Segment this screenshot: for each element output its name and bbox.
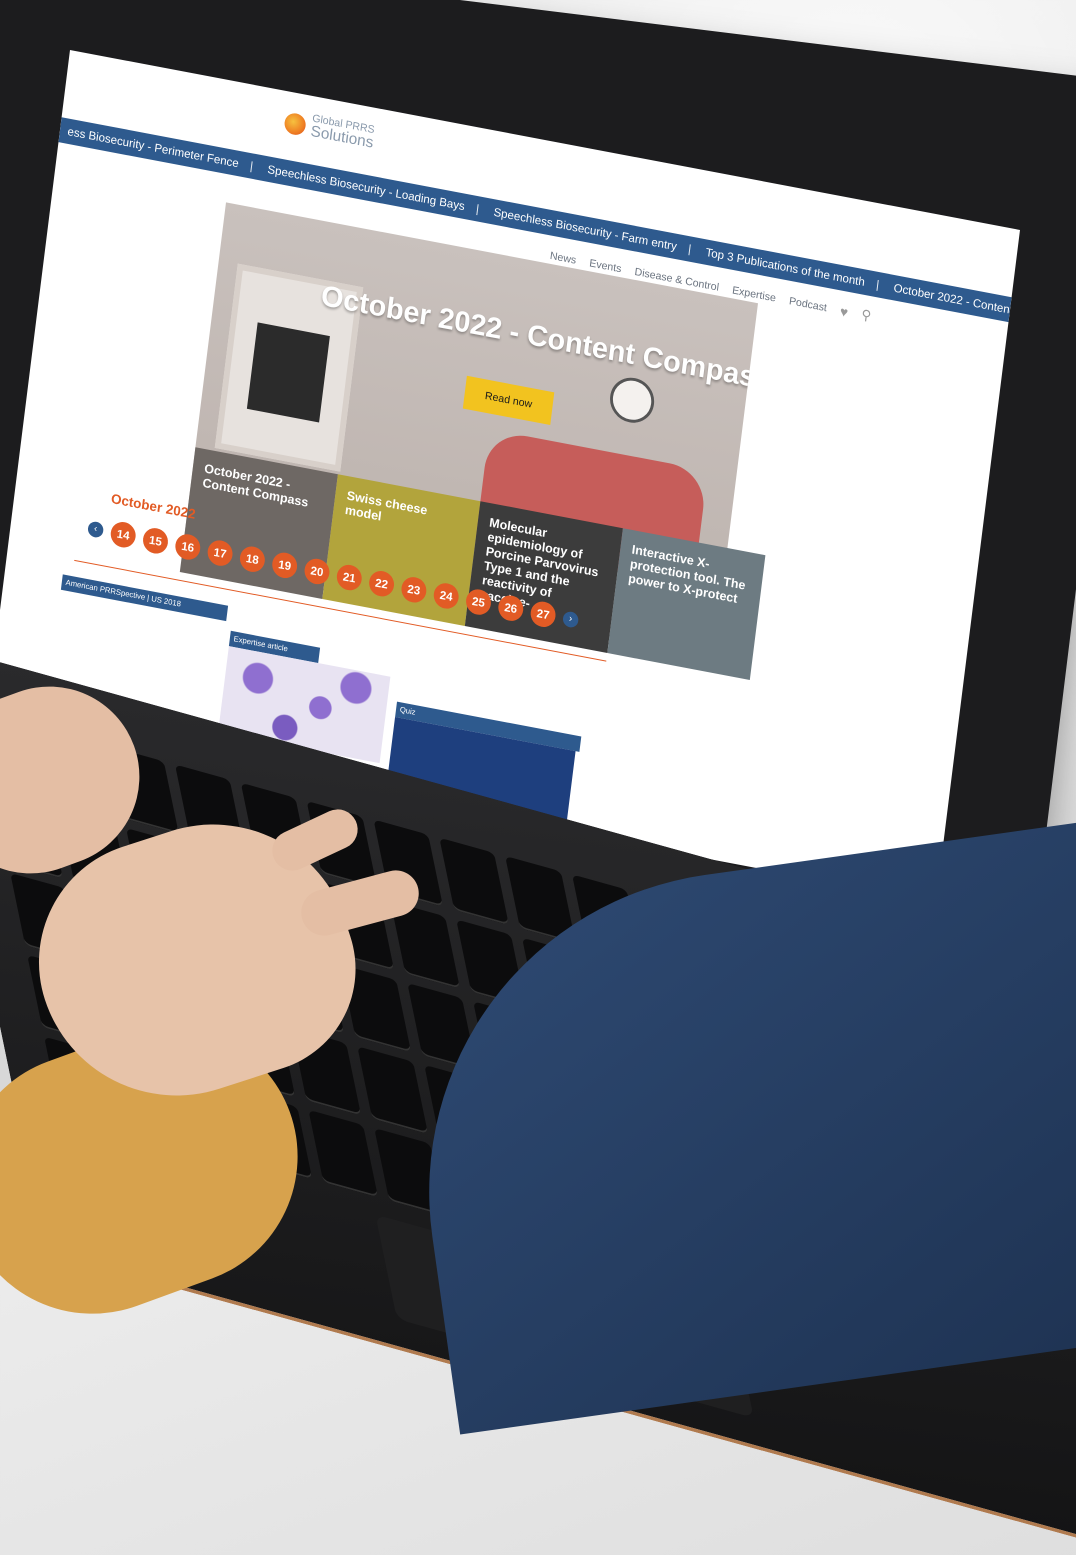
date-25[interactable]: 25 xyxy=(464,587,493,617)
ticker-item[interactable]: October 2022 - Content Compass xyxy=(885,279,1012,322)
nav-podcast[interactable]: Podcast xyxy=(788,295,827,314)
date-27[interactable]: 27 xyxy=(529,599,557,630)
date-22[interactable]: 22 xyxy=(367,568,396,599)
american-prrspective-tag[interactable]: American PRRSpective | US 2018 xyxy=(60,574,229,622)
clock-illustration xyxy=(607,374,657,427)
read-now-button[interactable]: Read now xyxy=(462,375,555,425)
site-logo[interactable]: Global PRRS Solutions xyxy=(283,109,375,151)
logo-mark-icon xyxy=(283,111,307,137)
date-18[interactable]: 18 xyxy=(238,544,267,575)
date-15[interactable]: 15 xyxy=(141,526,170,556)
date-14[interactable]: 14 xyxy=(109,519,138,550)
prev-arrow-icon[interactable]: ‹ xyxy=(87,520,105,539)
date-24[interactable]: 24 xyxy=(432,581,461,611)
next-arrow-icon[interactable]: › xyxy=(562,610,580,629)
ticker-item[interactable]: Speechless Biosecurity - Loading Bays xyxy=(259,161,473,215)
search-icon[interactable]: ⚲ xyxy=(860,306,872,324)
hero-title: October 2022 - Content Compass xyxy=(319,279,759,397)
card-x-protection[interactable]: Interactive X-protection tool. The power… xyxy=(607,528,766,680)
heart-icon[interactable]: ♥ xyxy=(839,303,849,320)
date-19[interactable]: 19 xyxy=(270,550,299,581)
date-16[interactable]: 16 xyxy=(173,532,202,562)
date-17[interactable]: 17 xyxy=(206,538,234,568)
ticker-item[interactable]: Speechless Biosecurity - Farm entry xyxy=(485,204,685,255)
ticker-item[interactable]: ess Biosecurity - Perimeter Fence xyxy=(59,123,247,172)
card-molecular-epidemiology[interactable]: Molecular epidemiology of Porcine Parvov… xyxy=(464,501,623,653)
date-23[interactable]: 23 xyxy=(399,575,428,605)
date-26[interactable]: 26 xyxy=(496,593,525,623)
date-21[interactable]: 21 xyxy=(335,562,364,593)
date-20[interactable]: 20 xyxy=(303,556,331,587)
timeline-month: October 2022 xyxy=(110,490,197,522)
